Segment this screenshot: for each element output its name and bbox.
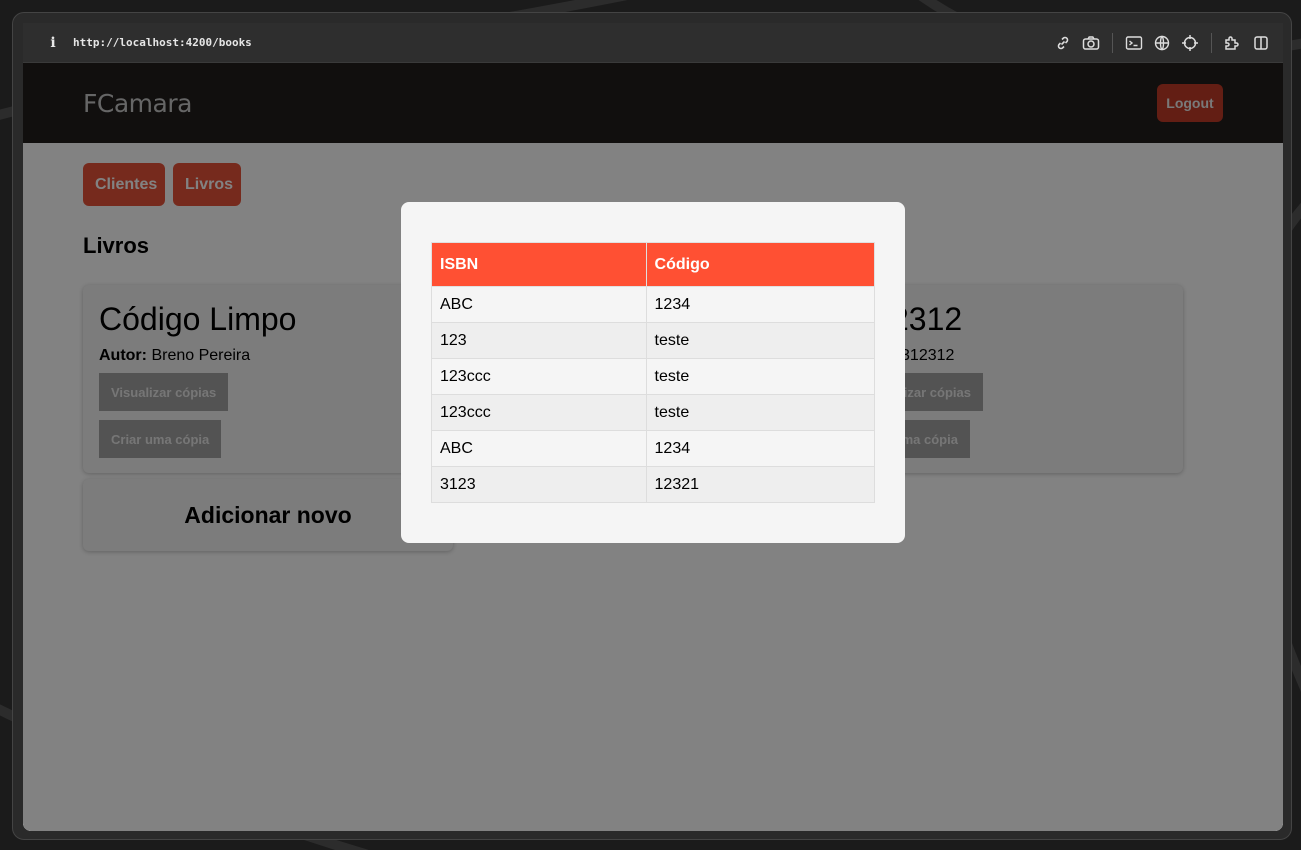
sidebar-icon[interactable]: [1251, 33, 1271, 53]
isbn-cell: 123: [431, 322, 647, 359]
globe-icon[interactable]: [1152, 33, 1172, 53]
column-header-codigo: Código: [645, 242, 876, 287]
table-row: ABC 1234: [431, 430, 876, 467]
table-header-row: ISBN Código: [431, 242, 876, 287]
browser-toolbar: [1053, 32, 1271, 53]
codigo-cell: teste: [645, 394, 876, 431]
codigo-cell: teste: [645, 322, 876, 359]
page-viewport: FCamara Logout Clientes Livros Livros Có…: [23, 63, 1283, 831]
isbn-cell: ABC: [431, 286, 647, 323]
camera-icon[interactable]: [1081, 33, 1101, 53]
terminal-icon[interactable]: [1124, 33, 1144, 53]
link-icon[interactable]: [1053, 33, 1073, 53]
codigo-cell: teste: [645, 358, 876, 395]
isbn-cell: ABC: [431, 430, 647, 467]
codigo-cell: 1234: [645, 286, 876, 323]
codigo-cell: 1234: [645, 430, 876, 467]
toolbar-divider: [1112, 32, 1113, 53]
info-icon[interactable]: i: [43, 35, 63, 51]
table-row: ABC 1234: [431, 286, 876, 323]
crosshair-icon[interactable]: [1180, 33, 1200, 53]
copies-table: ISBN Código ABC 1234 123 teste 123ccc te…: [431, 242, 876, 503]
isbn-cell: 123ccc: [431, 394, 647, 431]
toolbar-divider: [1211, 32, 1212, 53]
browser-window: i http://localhost:4200/books FCamara Lo…: [12, 12, 1292, 840]
table-row: 123 teste: [431, 322, 876, 359]
table-row: 123ccc teste: [431, 358, 876, 395]
codigo-cell: 12321: [645, 466, 876, 503]
copies-modal: ISBN Código ABC 1234 123 teste 123ccc te…: [401, 202, 905, 543]
column-header-isbn: ISBN: [431, 242, 647, 287]
table-row: 123ccc teste: [431, 394, 876, 431]
isbn-cell: 3123: [431, 466, 647, 503]
address-bar: i http://localhost:4200/books: [23, 23, 1283, 63]
url-text[interactable]: http://localhost:4200/books: [73, 36, 252, 49]
table-row: 3123 12321: [431, 466, 876, 503]
isbn-cell: 123ccc: [431, 358, 647, 395]
extensions-icon[interactable]: [1223, 33, 1243, 53]
